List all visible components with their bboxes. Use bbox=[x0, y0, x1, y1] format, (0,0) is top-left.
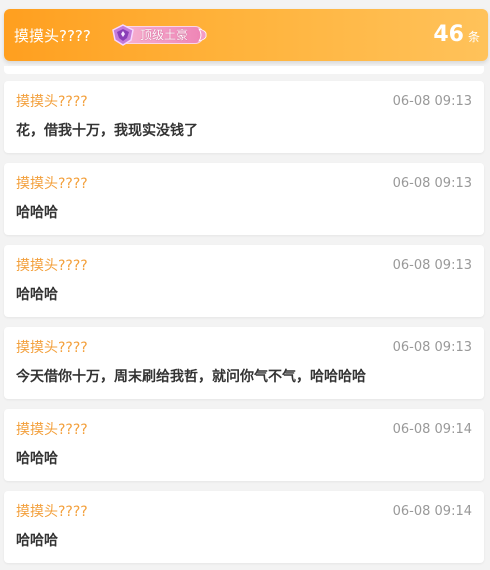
message-text: 哈哈哈 bbox=[16, 533, 58, 549]
message-time: 06-08 09:13 bbox=[392, 94, 472, 109]
message-username[interactable]: 摸摸头???? bbox=[16, 339, 88, 357]
count-unit: 条 bbox=[467, 30, 480, 44]
wing-icon bbox=[198, 28, 207, 42]
message-time: 06-08 09:13 bbox=[392, 340, 472, 355]
message-card: 摸摸头???? 06-08 09:13 哈哈哈 bbox=[4, 163, 484, 235]
message-text: 花，借我十万，我现实没钱了 bbox=[16, 123, 198, 139]
message-card: 摸摸头???? 06-08 09:13 花，借我十万，我现实没钱了 bbox=[4, 81, 484, 153]
gem-icon bbox=[112, 24, 134, 46]
message-username[interactable]: 摸摸头???? bbox=[16, 93, 88, 111]
message-card: 摸摸头???? 06-08 09:14 哈哈哈 bbox=[4, 491, 484, 563]
message-time: 06-08 09:13 bbox=[392, 176, 472, 191]
message-text: 哈哈哈 bbox=[16, 287, 58, 303]
rank-badge: 顶级土豪 bbox=[110, 24, 207, 46]
count-number: 46 bbox=[433, 22, 464, 47]
message-time: 06-08 09:14 bbox=[392, 504, 472, 519]
message-text: 哈哈哈 bbox=[16, 205, 58, 221]
badge-label: 顶级土豪 bbox=[140, 28, 189, 42]
message-username[interactable]: 摸摸头???? bbox=[16, 503, 88, 521]
message-time: 06-08 09:14 bbox=[392, 422, 472, 437]
message-time: 06-08 09:13 bbox=[392, 258, 472, 273]
message-count: 46 条 bbox=[433, 20, 480, 50]
message-text: 今天借你十万，周末刷给我哲，就问你气不气，哈哈哈哈 bbox=[16, 369, 366, 385]
list-top-edge bbox=[4, 66, 484, 74]
message-username[interactable]: 摸摸头???? bbox=[16, 257, 88, 275]
message-username[interactable]: 摸摸头???? bbox=[16, 175, 88, 193]
user-header: 摸摸头???? 顶级土豪 46 条 bbox=[4, 9, 488, 61]
message-card: 摸摸头???? 06-08 09:13 今天借你十万，周末刷给我哲，就问你气不气… bbox=[4, 327, 484, 399]
message-card: 摸摸头???? 06-08 09:14 哈哈哈 bbox=[4, 409, 484, 481]
message-text: 哈哈哈 bbox=[16, 451, 58, 467]
message-card: 摸摸头???? 06-08 09:13 哈哈哈 bbox=[4, 245, 484, 317]
message-username[interactable]: 摸摸头???? bbox=[16, 421, 88, 439]
header-username[interactable]: 摸摸头???? bbox=[14, 26, 91, 46]
